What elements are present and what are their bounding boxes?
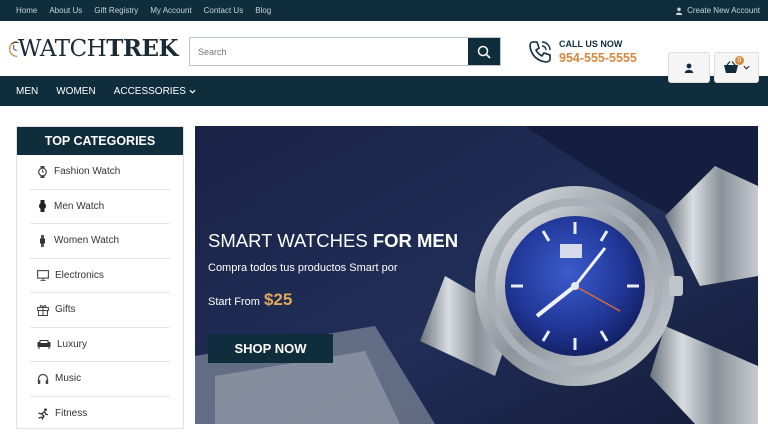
category-label: Gifts [55,304,76,316]
category-label: Fashion Watch [54,166,121,178]
headphones-icon [37,373,49,384]
main-nav: MEN WOMEN ACCESSORIES [0,76,768,106]
banner-price-line: Start From $25 [208,290,292,310]
logo-text-watch: WATCH [17,36,107,62]
category-item-women-watch[interactable]: Women Watch [30,224,170,259]
category-item-men-watch[interactable]: Men Watch [30,190,170,224]
category-label: Men Watch [54,200,105,212]
fitness-icon [38,408,48,420]
top-utility-bar: Home About Us Gift Registry My Account C… [0,0,768,21]
banner-title-light: SMART WATCHES [208,230,368,251]
nav-item-label: WOMEN [56,85,96,97]
hero-banner[interactable]: SMART WATCHES FOR MEN Compra todos tus p… [195,126,758,424]
category-label: Women Watch [54,235,120,247]
search-button[interactable] [468,38,500,65]
nav-item-label: ACCESSORIES [113,85,186,97]
account-button[interactable] [668,52,710,83]
fashion-watch-icon [38,165,47,178]
search-bar [189,37,501,66]
cart-button[interactable]: 0 [714,52,759,83]
category-item-fashion-watch[interactable]: Fashion Watch [30,155,170,190]
phone-icon [529,41,551,63]
chevron-down-icon [743,65,750,70]
category-item-fitness[interactable]: Fitness [30,397,170,432]
top-link-contact[interactable]: Contact Us [204,6,244,15]
banner-title-bold: FOR MEN [372,230,459,251]
start-from-label: Start From [208,296,260,308]
top-link-home[interactable]: Home [16,6,37,15]
men-watch-icon [39,200,46,213]
nav-item-women[interactable]: WOMEN [56,86,95,97]
category-item-music[interactable]: Music [30,362,170,397]
top-link-blog[interactable]: Blog [255,6,271,15]
nav-item-accessories[interactable]: ACCESSORIES [114,86,196,97]
banner-title: SMART WATCHES FOR MEN [208,230,458,252]
monitor-icon [37,269,49,281]
cart-count-badge: 0 [735,56,744,65]
chevron-down-icon [189,89,196,94]
phone-number[interactable]: 954-555-5555 [559,51,637,65]
nav-item-label: MEN [16,85,39,97]
category-label: Luxury [57,338,88,350]
nav-item-men[interactable]: MEN [16,86,38,97]
call-label: CALL US NOW [559,39,623,49]
category-item-gifts[interactable]: Gifts [30,293,170,328]
top-categories-panel: TOP CATEGORIES Fashion Watch Men Watch W… [16,126,184,429]
women-watch-icon [40,234,45,247]
logo-text-trek: TREK [106,35,178,62]
category-label: Fitness [55,408,88,420]
banner-price: $25 [263,290,293,309]
banner-watch-image [195,126,758,424]
site-logo[interactable]: WATCHTREK [8,25,178,73]
gift-icon [37,304,49,316]
top-link-gift-registry[interactable]: Gift Registry [94,6,138,15]
logo-text: WATCHTREK [17,35,179,62]
shop-now-button[interactable]: SHOP NOW [208,334,333,363]
search-icon [477,45,491,59]
top-categories-title: TOP CATEGORIES [17,127,183,155]
top-links: Home About Us Gift Registry My Account C… [16,6,271,15]
top-link-my-account[interactable]: My Account [150,6,191,15]
user-icon [684,63,694,73]
header: WATCHTREK CALL US NOW 954-555-5555 0 [0,21,768,83]
create-account-link[interactable]: Create New Account [675,6,760,15]
user-icon [675,7,683,15]
create-account-label: Create New Account [687,6,760,15]
category-item-electronics[interactable]: Electronics [30,259,170,293]
category-label: Music [55,373,82,385]
sofa-icon [37,340,51,350]
category-item-luxury[interactable]: Luxury [30,328,170,362]
category-label: Electronics [55,269,104,281]
call-us: CALL US NOW 954-555-5555 [527,39,637,65]
top-link-about[interactable]: About Us [49,6,82,15]
banner-subtitle: Compra todos tus productos Smart por [208,262,398,274]
search-input[interactable] [190,38,468,65]
